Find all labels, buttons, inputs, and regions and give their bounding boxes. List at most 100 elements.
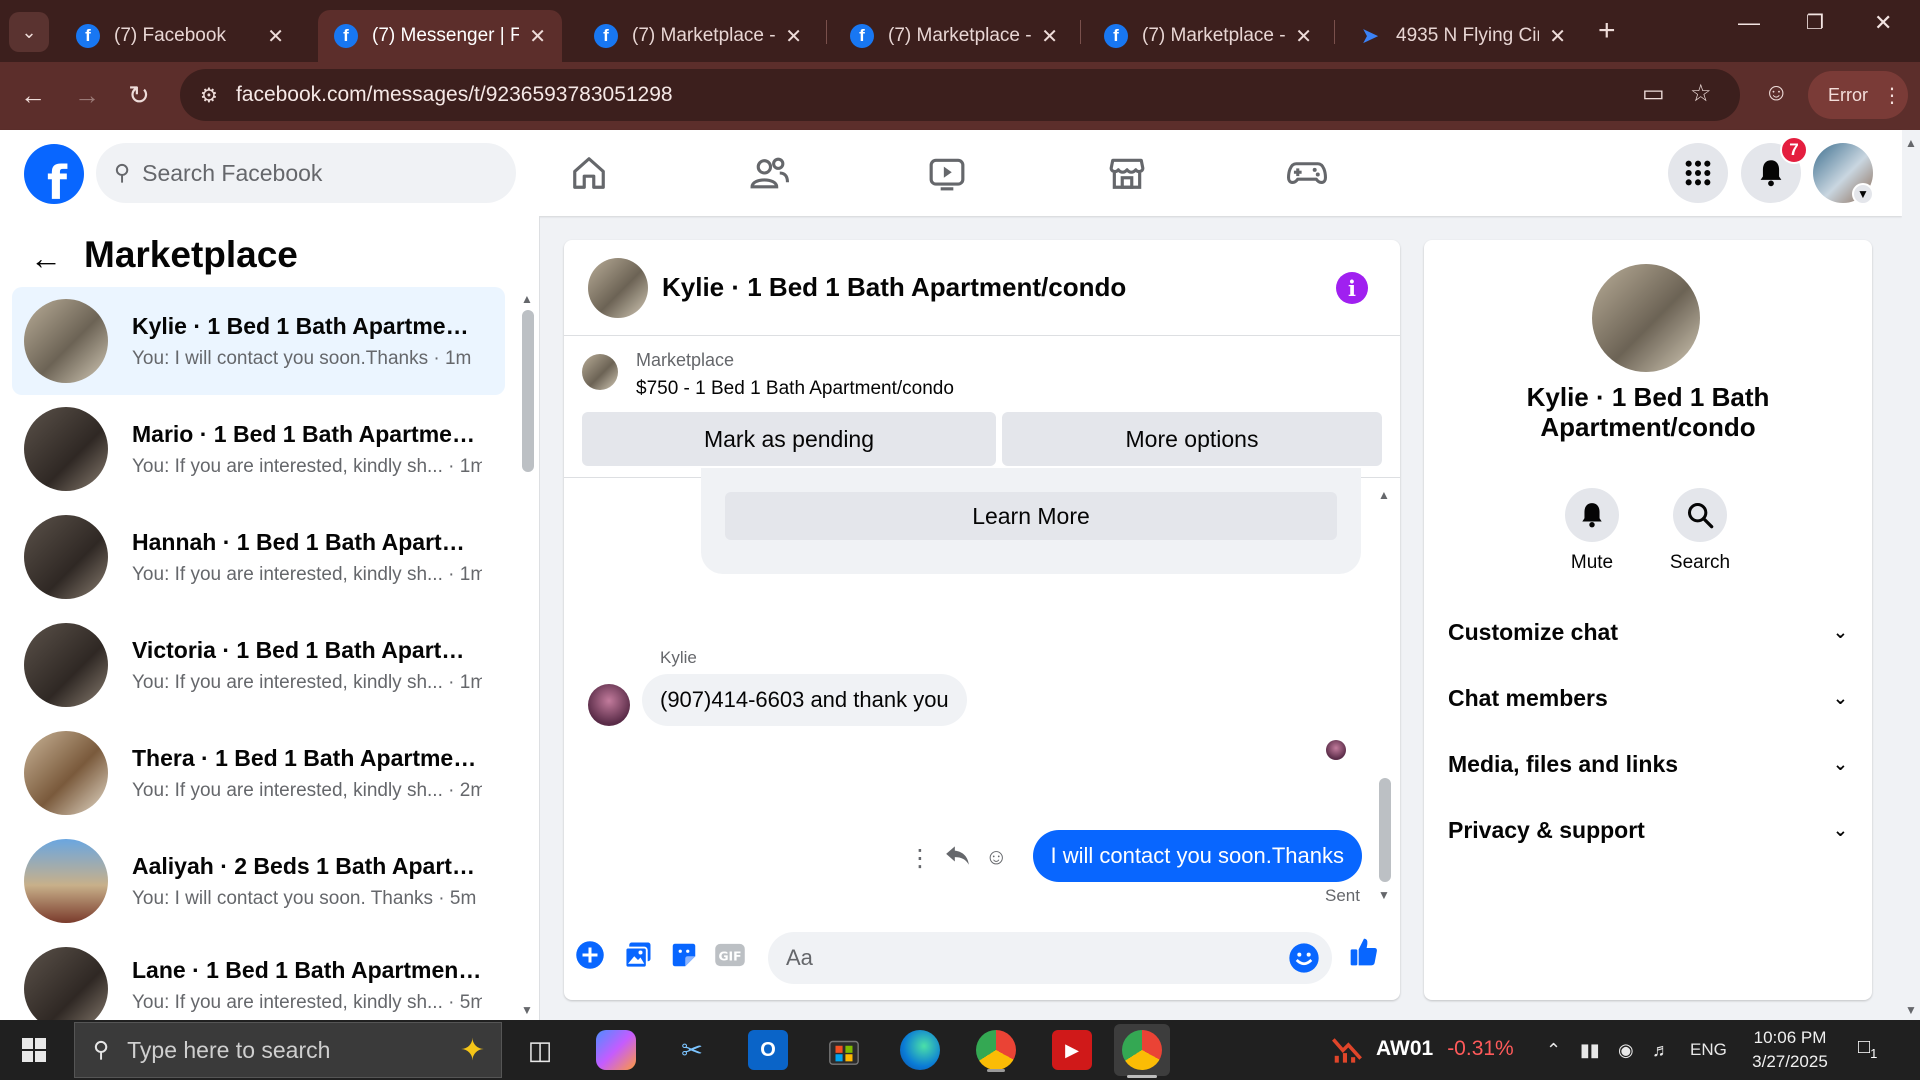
conversation-item[interactable]: Mario · 1 Bed 1 Bath Apartment/condo You… bbox=[12, 395, 505, 503]
scroll-down-arrow[interactable]: ▼ bbox=[1905, 1003, 1917, 1017]
wifi-icon[interactable]: ◉ bbox=[1618, 1040, 1634, 1061]
stock-widget[interactable]: AW01 -0.31% bbox=[1330, 1034, 1514, 1064]
close-icon[interactable]: ✕ bbox=[1041, 24, 1058, 49]
add-button[interactable] bbox=[574, 939, 606, 971]
back-arrow-icon[interactable]: ← bbox=[30, 240, 62, 277]
chevron-down-icon[interactable]: ▼ bbox=[1852, 183, 1874, 205]
browser-tab-marketplace-3[interactable]: f (7) Marketplace - 1 ✕ bbox=[1088, 10, 1328, 62]
listing-thumbnail[interactable] bbox=[582, 354, 618, 390]
listing-price-title[interactable]: $750 - 1 Bed 1 Bath Apartment/condo bbox=[636, 378, 954, 400]
nav-marketplace[interactable] bbox=[1106, 152, 1148, 194]
windows-start-icon[interactable] bbox=[22, 1038, 46, 1062]
menu-button[interactable] bbox=[1668, 143, 1728, 203]
gif-button[interactable]: GIF bbox=[714, 939, 746, 971]
new-tab-button[interactable]: + bbox=[1598, 14, 1616, 48]
avatar[interactable] bbox=[588, 684, 630, 726]
section-customize-chat[interactable]: Customize chat ⌄ bbox=[1448, 608, 1848, 656]
conversation-item[interactable]: Lane · 1 Bed 1 Bath Apartment/condo You:… bbox=[12, 935, 505, 1020]
more-vertical-icon[interactable]: ⋮ bbox=[908, 844, 932, 873]
scroll-up-arrow[interactable]: ▲ bbox=[1905, 136, 1917, 150]
more-options-button[interactable]: More options bbox=[1002, 412, 1382, 466]
facebook-logo[interactable]: f bbox=[24, 144, 84, 204]
browser-tab-marketplace-1[interactable]: f (7) Marketplace - 2 ✕ bbox=[578, 10, 818, 62]
chat-scrollbar[interactable] bbox=[1379, 778, 1391, 882]
mark-as-pending-button[interactable]: Mark as pending bbox=[582, 412, 996, 466]
minimize-button[interactable]: — bbox=[1738, 10, 1760, 36]
restore-button[interactable]: ❐ bbox=[1806, 10, 1824, 35]
language-indicator[interactable]: ENG bbox=[1690, 1040, 1727, 1060]
chrome-icon[interactable] bbox=[976, 1030, 1016, 1072]
tab-search-button[interactable]: ⌄ bbox=[9, 12, 49, 52]
install-app-icon[interactable]: ▭ bbox=[1642, 79, 1665, 108]
chat-title[interactable]: Kylie · 1 Bed 1 Bath Apartment/condo bbox=[662, 272, 1126, 303]
scroll-down-arrow[interactable]: ▼ bbox=[521, 1003, 533, 1017]
search-circle[interactable] bbox=[1673, 488, 1727, 542]
mute-circle[interactable] bbox=[1565, 488, 1619, 542]
close-icon[interactable]: ✕ bbox=[267, 24, 284, 49]
mute-button[interactable]: Mute bbox=[1544, 488, 1640, 574]
outlook-icon[interactable]: O bbox=[748, 1030, 788, 1070]
store-icon[interactable] bbox=[824, 1030, 864, 1070]
browser-tab-zillow[interactable]: ➤ 4935 N Flying Circ ✕ bbox=[1342, 10, 1582, 62]
notification-center[interactable]: □1 bbox=[1858, 1036, 1877, 1061]
browser-tab-facebook[interactable]: f (7) Facebook ✕ bbox=[60, 10, 300, 62]
volume-icon[interactable]: ♬ bbox=[1652, 1040, 1670, 1061]
section-chat-members[interactable]: Chat members ⌄ bbox=[1448, 674, 1848, 722]
conversation-item[interactable]: Victoria · 1 Bed 1 Bath Apartment/condo … bbox=[12, 611, 505, 719]
profile-error-button[interactable]: Error ⋮ bbox=[1808, 71, 1908, 119]
forward-button[interactable]: → bbox=[74, 80, 100, 111]
close-icon[interactable]: ✕ bbox=[529, 24, 546, 49]
nav-home[interactable] bbox=[568, 152, 610, 194]
learn-more-button[interactable]: Learn More bbox=[725, 492, 1337, 540]
conversation-item[interactable]: Thera · 1 Bed 1 Bath Apartment/condo You… bbox=[12, 719, 505, 827]
taskbar-clock[interactable]: 10:06 PM 3/27/2025 bbox=[1738, 1026, 1842, 1074]
emoji-icon[interactable] bbox=[1288, 942, 1320, 979]
avatar[interactable] bbox=[1592, 264, 1700, 372]
browser-tab-messenger[interactable]: f (7) Messenger | Fa ✕ bbox=[318, 10, 562, 62]
bookmark-star-icon[interactable]: ☆ bbox=[1690, 79, 1712, 108]
omnibox[interactable]: ⚙ facebook.com/messages/t/92365937830512… bbox=[180, 69, 1740, 121]
copilot-icon[interactable] bbox=[596, 1030, 636, 1070]
chrome-active-icon[interactable] bbox=[1114, 1024, 1170, 1078]
reply-icon[interactable] bbox=[944, 844, 970, 872]
section-privacy-support[interactable]: Privacy & support ⌄ bbox=[1448, 806, 1848, 854]
scroll-up-arrow[interactable]: ▲ bbox=[521, 292, 533, 306]
edge-icon[interactable] bbox=[900, 1030, 940, 1070]
search-in-chat-button[interactable]: Search bbox=[1652, 488, 1748, 574]
close-icon[interactable]: ✕ bbox=[785, 24, 802, 49]
browser-tab-marketplace-2[interactable]: f (7) Marketplace - 1 ✕ bbox=[834, 10, 1074, 62]
facebook-search-input[interactable] bbox=[142, 159, 483, 187]
task-view-icon[interactable]: ◫ bbox=[520, 1030, 560, 1070]
section-media-files-links[interactable]: Media, files and links ⌄ bbox=[1448, 740, 1848, 788]
battery-icon[interactable]: ▮▮ bbox=[1580, 1040, 1600, 1061]
reload-button[interactable]: ↻ bbox=[128, 80, 150, 111]
info-icon[interactable]: i bbox=[1336, 272, 1368, 304]
close-window-button[interactable]: ✕ bbox=[1874, 10, 1892, 36]
like-button[interactable] bbox=[1348, 936, 1380, 968]
avatar[interactable] bbox=[588, 257, 648, 318]
page-scrollbar[interactable] bbox=[1902, 130, 1920, 1020]
taskbar-search[interactable]: ⚲ Type here to search ✦ bbox=[74, 1022, 502, 1078]
site-settings-icon[interactable]: ⚙ bbox=[200, 83, 218, 108]
snipping-tool-icon[interactable]: ✂ bbox=[672, 1030, 712, 1070]
conversation-item[interactable]: Hannah · 1 Bed 1 Bath Apartment/condo Yo… bbox=[12, 503, 505, 611]
message-input[interactable] bbox=[786, 945, 1266, 971]
back-button[interactable]: ← bbox=[20, 80, 46, 111]
scroll-down-arrow[interactable]: ▼ bbox=[1378, 888, 1390, 902]
sidebar-scrollbar[interactable] bbox=[522, 310, 534, 472]
chevron-up-icon[interactable]: ⌃ bbox=[1546, 1040, 1561, 1061]
incoming-message[interactable]: (907)414-6603 and thank you bbox=[642, 674, 967, 726]
conversation-item[interactable]: Aaliyah · 2 Beds 1 Bath Apartment/condo … bbox=[12, 827, 505, 935]
nav-video[interactable] bbox=[926, 152, 968, 194]
youtube-icon[interactable]: ▶ bbox=[1052, 1030, 1092, 1070]
message-input-box[interactable] bbox=[768, 932, 1332, 984]
conversation-item[interactable]: Kylie · 1 Bed 1 Bath Apartment/condo You… bbox=[12, 287, 505, 395]
outgoing-message[interactable]: I will contact you soon.Thanks bbox=[1032, 830, 1362, 882]
nav-gaming[interactable] bbox=[1286, 152, 1328, 194]
scroll-up-arrow[interactable]: ▲ bbox=[1378, 488, 1390, 502]
attach-photo-button[interactable] bbox=[622, 939, 654, 971]
sticker-button[interactable] bbox=[668, 939, 700, 971]
close-icon[interactable]: ✕ bbox=[1295, 24, 1312, 49]
nav-friends[interactable] bbox=[748, 152, 790, 194]
account-icon[interactable]: ☺ bbox=[1764, 79, 1789, 107]
